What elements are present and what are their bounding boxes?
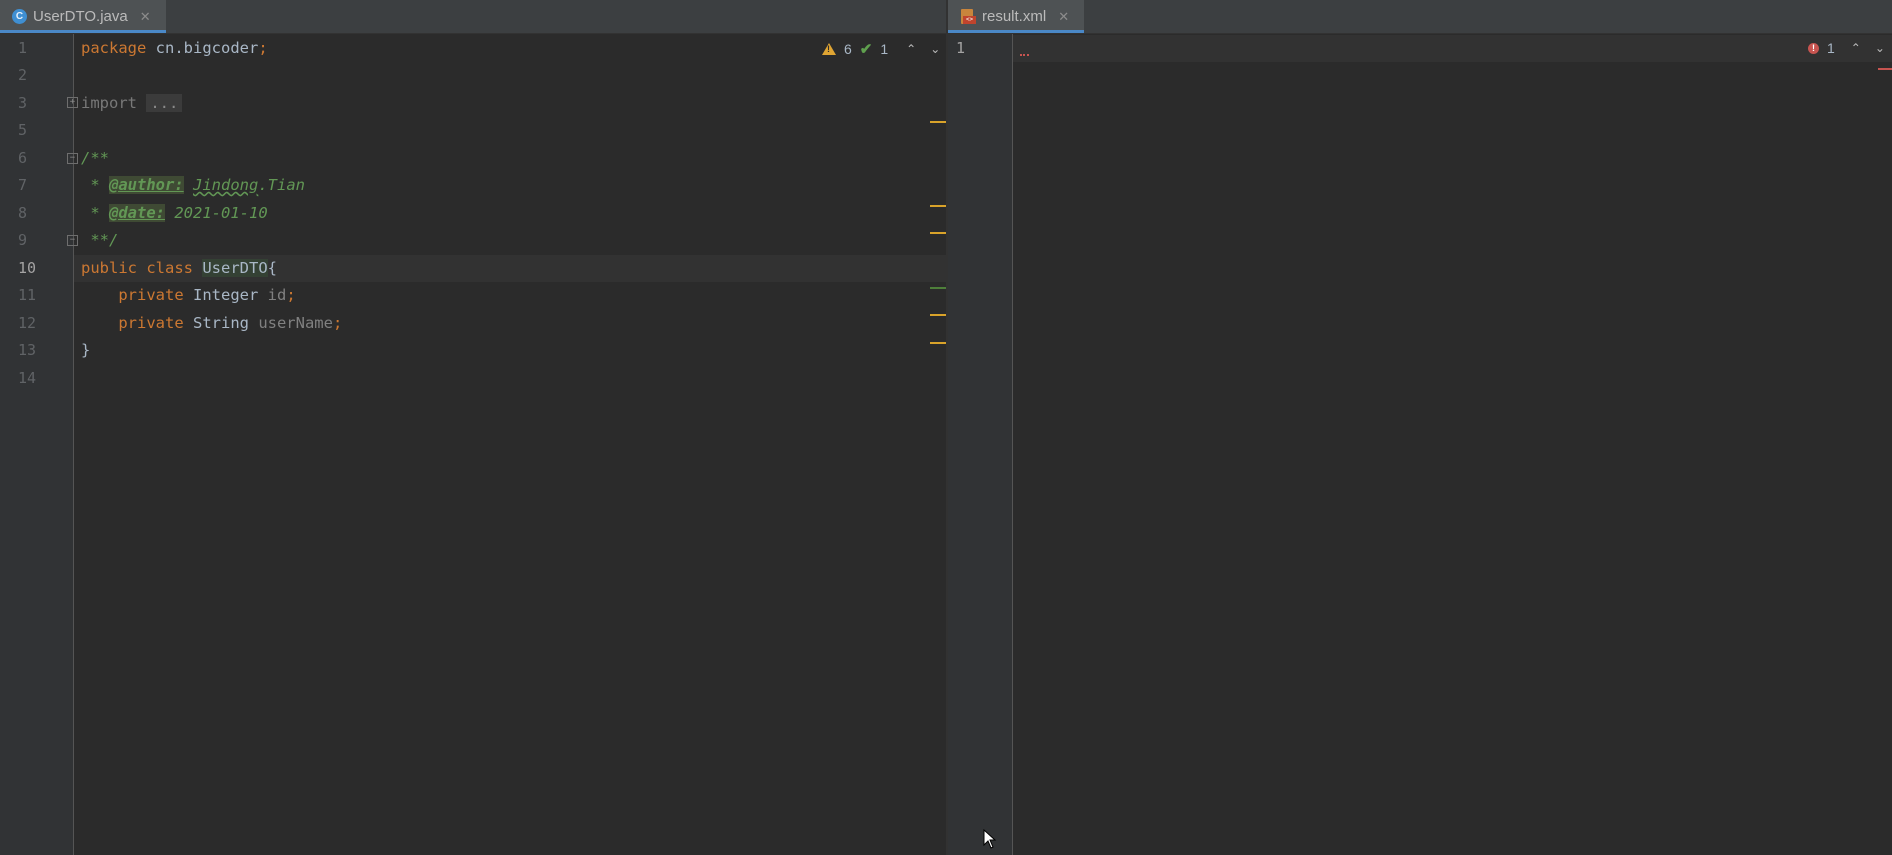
line-number: 11 [18,286,37,304]
java-class-icon: C [12,9,27,24]
line-number: 3 [18,94,28,112]
mouse-pointer-icon [983,829,997,849]
code-line: } [81,341,91,359]
tab-label: result.xml [982,8,1047,25]
code-line: * @author: Jindong.Tian [81,176,305,194]
code-line: private String userName; [118,314,343,332]
code-line: public class UserDTO{ [81,259,277,277]
info-stripe-mark[interactable] [930,287,946,289]
weak-warning-count: 1 [880,41,889,57]
line-number: 13 [18,341,37,359]
warning-stripe-mark[interactable] [930,232,946,234]
error-stripe-mark[interactable] [1878,68,1892,70]
folded-imports[interactable]: ... [146,94,183,112]
tab-userdto-java[interactable]: C UserDTO.java ✕ [0,0,166,33]
code-editor[interactable]: package cn.bigcoder; import ... /** * @a… [74,34,946,855]
tab-result-xml[interactable]: <> result.xml ✕ [948,0,1084,33]
warning-stripe-mark[interactable] [930,314,946,316]
right-tab-bar: <> result.xml ✕ [948,0,1892,34]
line-number: 14 [18,369,37,387]
error-icon: ! [1808,42,1819,54]
line-number: 9 [18,231,28,249]
next-highlight-icon[interactable]: ⌄ [1875,41,1885,55]
code-line: package cn.bigcoder; [81,39,268,57]
inspection-widget[interactable]: 6 ✔ 1 ⌃ ⌄ [822,40,940,58]
inspection-widget[interactable]: ! 1 ⌃ ⌄ [1808,40,1885,56]
line-number: 12 [18,314,37,332]
line-number-current: 1 [956,39,966,57]
close-icon[interactable]: ✕ [1058,9,1069,25]
tab-label: UserDTO.java [33,8,128,25]
code-line: private Integer id; [118,286,296,304]
code-editor[interactable] [1013,34,1892,855]
xml-file-icon: <> [960,8,976,25]
close-icon[interactable]: ✕ [140,9,151,25]
left-editor-pane: C UserDTO.java ✕ 1 2 3 5 6 7 8 9 10 11 1… [0,0,946,855]
left-tab-bar: C UserDTO.java ✕ [0,0,946,34]
line-number: 6 [18,149,28,167]
active-tab-indicator [948,30,1084,33]
warning-stripe-mark[interactable] [930,342,946,344]
line-number: 1 [18,39,28,57]
active-tab-indicator [0,30,166,33]
next-highlight-icon[interactable]: ⌄ [930,42,940,56]
previous-highlight-icon[interactable]: ⌃ [1851,41,1861,55]
weak-warning-check-icon: ✔ [859,41,873,58]
line-number-gutter [948,34,1013,855]
error-squiggle [1020,52,1029,56]
warning-stripe-mark[interactable] [930,205,946,207]
previous-highlight-icon[interactable]: ⌃ [906,42,916,56]
warning-stripe-mark[interactable] [930,121,946,123]
line-number: 5 [18,121,28,139]
code-line: **/ [81,231,119,249]
code-line: /** [81,149,109,167]
line-number: 7 [18,176,28,194]
code-line: * @date: 2021-01-10 [81,204,268,222]
error-count: 1 [1827,40,1835,56]
code-line: import ... [81,90,946,117]
line-number: 2 [18,66,28,84]
warning-icon [822,43,836,55]
right-editor-pane: <> result.xml ✕ 1 ! 1 ⌃ ⌄ [948,0,1892,855]
line-number-current: 10 [18,259,37,277]
warning-count: 6 [844,41,852,57]
line-number: 8 [18,204,28,222]
